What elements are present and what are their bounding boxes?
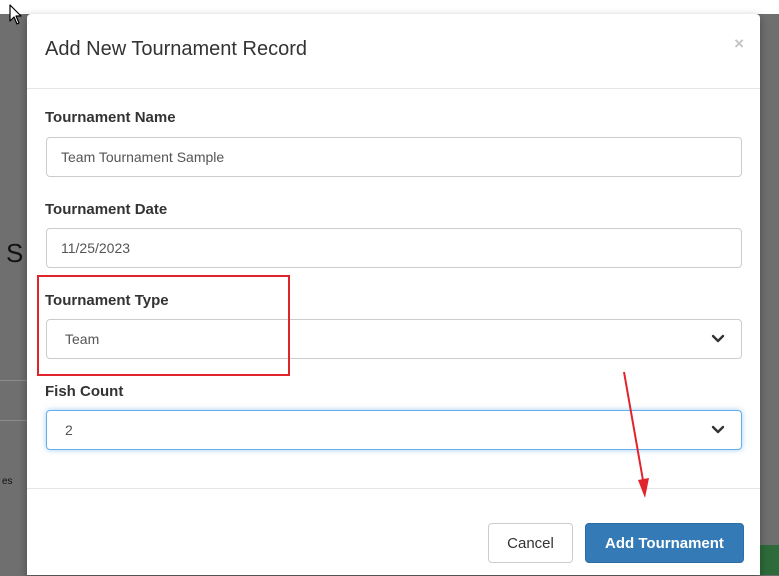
tournament-name-input[interactable]: Team Tournament Sample <box>46 137 742 177</box>
tournament-type-value: Team <box>65 331 100 347</box>
background-heading-fragment: S <box>6 238 24 268</box>
tournament-date-label: Tournament Date <box>45 201 168 218</box>
chevron-down-icon <box>711 332 725 346</box>
tournament-date-value: 11/25/2023 <box>61 240 131 256</box>
chevron-down-icon <box>711 423 725 437</box>
tournament-name-label: Tournament Name <box>45 109 176 126</box>
annotation-arrow-icon <box>612 370 652 505</box>
modal-header: Add New Tournament Record × <box>27 14 760 89</box>
cancel-button[interactable]: Cancel <box>488 523 573 563</box>
background-top-strip <box>0 0 779 14</box>
close-icon[interactable]: × <box>734 34 744 54</box>
modal-title: Add New Tournament Record <box>45 38 307 60</box>
tournament-date-input[interactable]: 11/25/2023 <box>46 228 742 268</box>
tournament-type-label: Tournament Type <box>45 292 169 309</box>
add-tournament-modal: Add New Tournament Record × Tournament N… <box>27 14 760 575</box>
tournament-type-select[interactable]: Team <box>46 319 742 359</box>
fish-count-value: 2 <box>65 422 73 438</box>
background-divider <box>0 420 27 421</box>
background-left-edge <box>0 14 27 575</box>
fish-count-label: Fish Count <box>45 383 124 400</box>
add-tournament-button[interactable]: Add Tournament <box>585 523 744 563</box>
background-divider <box>0 380 27 381</box>
tournament-name-value: Team Tournament Sample <box>61 149 225 165</box>
mouse-cursor-icon <box>9 4 23 31</box>
background-text-fragment: es <box>2 476 13 487</box>
